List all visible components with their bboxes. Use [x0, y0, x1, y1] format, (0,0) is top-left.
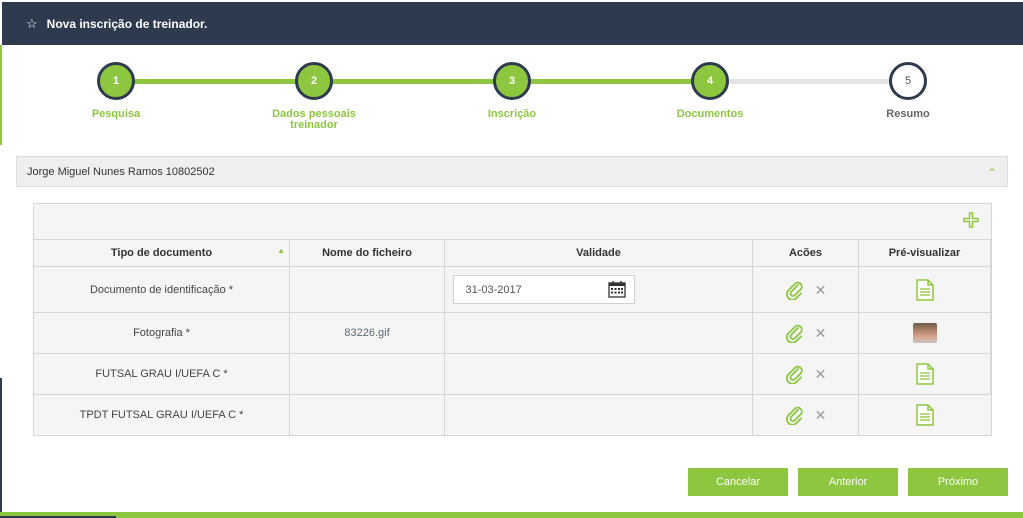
row-3-validade [445, 354, 753, 395]
step-2-label: Dados pessoais treinador [272, 108, 356, 131]
row-1-preview [859, 267, 991, 313]
dialog-header: ☆ Nova inscrição de treinador. [2, 2, 1023, 45]
star-icon: ☆ [26, 15, 38, 31]
header-acoes: Acões [753, 240, 859, 267]
validity-date-input[interactable]: 31-03-2017 [452, 275, 635, 304]
step-1-circle[interactable]: 1 [97, 62, 135, 100]
header-preview: Pré-visualizar [859, 240, 991, 267]
wizard-stepper: 1 Pesquisa 2 Dados pessoais treinador 3 … [0, 60, 1023, 140]
row-2-validade [445, 313, 753, 354]
next-button[interactable]: Próximo [908, 468, 1008, 496]
row-1-ficheiro [290, 267, 445, 313]
table-grid: Tipo de documento ▲ Nome do ficheiro Vali… [34, 240, 991, 435]
row-4-ficheiro [290, 395, 445, 435]
remove-icon[interactable]: ✕ [815, 283, 827, 297]
row-1-acoes: ✕ [753, 267, 859, 313]
previous-button[interactable]: Anterior [798, 468, 898, 496]
sort-asc-icon[interactable]: ▲ [277, 246, 285, 255]
photo-thumbnail[interactable] [912, 323, 937, 343]
chevron-up-icon[interactable]: ⌃ [987, 166, 997, 180]
registration-wizard: ☆ Nova inscrição de treinador. 1 Pesquis… [0, 0, 1023, 518]
row-2-preview [859, 313, 991, 354]
row-3-acoes: ✕ [753, 354, 859, 395]
person-panel-header[interactable]: Jorge Miguel Nunes Ramos 10802502 ⌃ [16, 156, 1008, 187]
attach-icon[interactable] [785, 323, 805, 343]
bottom-accent-bar [0, 512, 1023, 518]
row-3-tipo: FUTSAL GRAU I/UEFA C * [34, 354, 290, 395]
plus-icon[interactable] [963, 212, 979, 228]
header-validade: Validade [445, 240, 753, 267]
step-1-label: Pesquisa [91, 108, 141, 120]
row-4-tipo: TPDT FUTSAL GRAU I/UEFA C * [34, 395, 290, 435]
documents-table: Tipo de documento ▲ Nome do ficheiro Vali… [33, 203, 992, 436]
row-1-validade: 31-03-2017 [445, 267, 753, 313]
header-ficheiro: Nome do ficheiro [290, 240, 445, 267]
remove-icon[interactable]: ✕ [815, 326, 827, 340]
step-4-circle[interactable]: 4 [691, 62, 729, 100]
attach-icon[interactable] [785, 364, 805, 384]
document-icon[interactable] [915, 363, 934, 385]
stepper-remaining-line [710, 79, 908, 84]
remove-icon[interactable]: ✕ [815, 408, 827, 422]
step-3-label: Inscrição [487, 108, 537, 120]
row-1-tipo: Documento de identificação * [34, 267, 290, 313]
attach-icon[interactable] [785, 405, 805, 425]
row-2-tipo: Fotografia * [34, 313, 290, 354]
step-2-circle[interactable]: 2 [295, 62, 333, 100]
document-icon[interactable] [915, 278, 934, 301]
person-name: Jorge Miguel Nunes Ramos 10802502 [27, 165, 215, 178]
attach-icon[interactable] [785, 280, 805, 300]
remove-icon[interactable]: ✕ [815, 367, 827, 381]
row-4-validade [445, 395, 753, 435]
calendar-icon[interactable] [607, 280, 626, 298]
row-2-ficheiro: 83226.gif [290, 313, 445, 354]
step-5-circle[interactable]: 5 [889, 62, 927, 100]
step-4-label: Documentos [676, 108, 744, 120]
row-3-preview [859, 354, 991, 395]
row-3-ficheiro [290, 354, 445, 395]
dialog-title: Nova inscrição de treinador. [46, 16, 208, 31]
left-dark-bar [0, 378, 2, 518]
cancel-button[interactable]: Cancelar [688, 468, 788, 496]
row-4-acoes: ✕ [753, 395, 859, 435]
table-toolbar [34, 204, 991, 240]
step-5-label: Resumo [886, 108, 930, 120]
row-4-preview [859, 395, 991, 435]
row-2-acoes: ✕ [753, 313, 859, 354]
header-tipo[interactable]: Tipo de documento ▲ [34, 240, 290, 267]
step-3-circle[interactable]: 3 [493, 62, 531, 100]
stepper-progress-line [116, 79, 710, 84]
document-icon[interactable] [916, 404, 934, 426]
